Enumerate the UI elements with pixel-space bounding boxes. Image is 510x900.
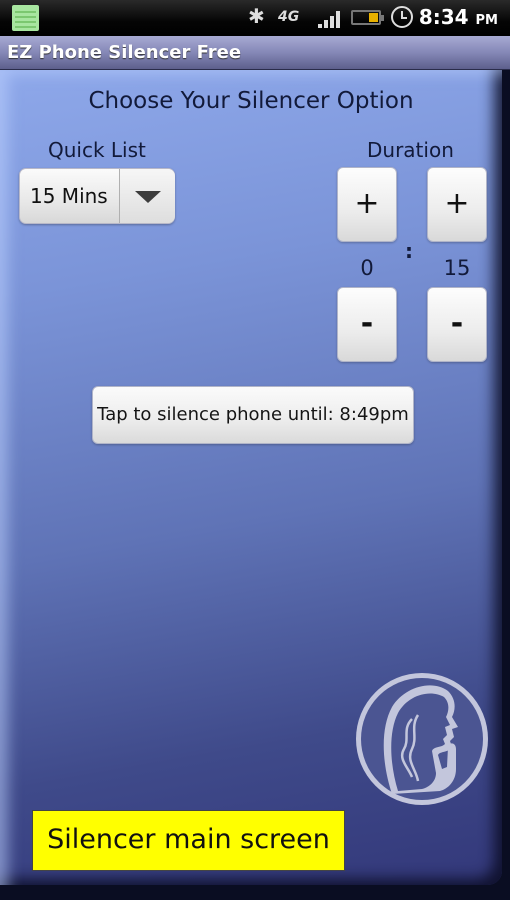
silhouette-shush-icon — [356, 673, 488, 805]
page-heading: Choose Your Silencer Option — [88, 88, 414, 114]
hours-value: 0 — [360, 256, 374, 280]
time-separator: : — [405, 239, 413, 263]
silence-phone-button[interactable]: Tap to silence phone until: 8:49pm — [92, 386, 414, 444]
battery-icon — [351, 10, 384, 25]
main-screen: Choose Your Silencer Option Quick List 1… — [0, 70, 510, 900]
status-bar: ✱ 4G 8:34 PM — [0, 0, 510, 36]
alarm-icon — [391, 6, 413, 28]
notes-notification-icon — [12, 5, 39, 31]
clock-ampm: PM — [475, 13, 498, 28]
bluetooth-icon: ✱ — [248, 4, 265, 28]
status-clock: 8:34 PM — [419, 5, 498, 29]
dropdown-arrow-icon[interactable] — [119, 169, 175, 223]
duration-label: Duration — [367, 138, 454, 162]
silencer-panel: Choose Your Silencer Option Quick List 1… — [0, 70, 502, 885]
hours-decrement-button[interactable]: - — [337, 287, 397, 362]
minutes-increment-button[interactable]: + — [427, 167, 487, 242]
4g-icon: 4G — [278, 9, 300, 25]
minutes-value: 15 — [443, 256, 471, 280]
hours-increment-button[interactable]: + — [337, 167, 397, 242]
minutes-decrement-button[interactable]: - — [427, 287, 487, 362]
battery-level — [369, 13, 378, 22]
app-title: EZ Phone Silencer Free — [7, 42, 242, 63]
signal-icon — [318, 10, 344, 28]
quick-list-selected: 15 Mins — [30, 184, 108, 208]
clock-time: 8:34 — [418, 5, 469, 29]
app-title-bar: EZ Phone Silencer Free — [0, 36, 510, 70]
quick-list-label: Quick List — [48, 138, 146, 162]
quick-list-dropdown[interactable]: 15 Mins — [19, 168, 175, 224]
caption-banner: Silencer main screen — [32, 810, 345, 871]
